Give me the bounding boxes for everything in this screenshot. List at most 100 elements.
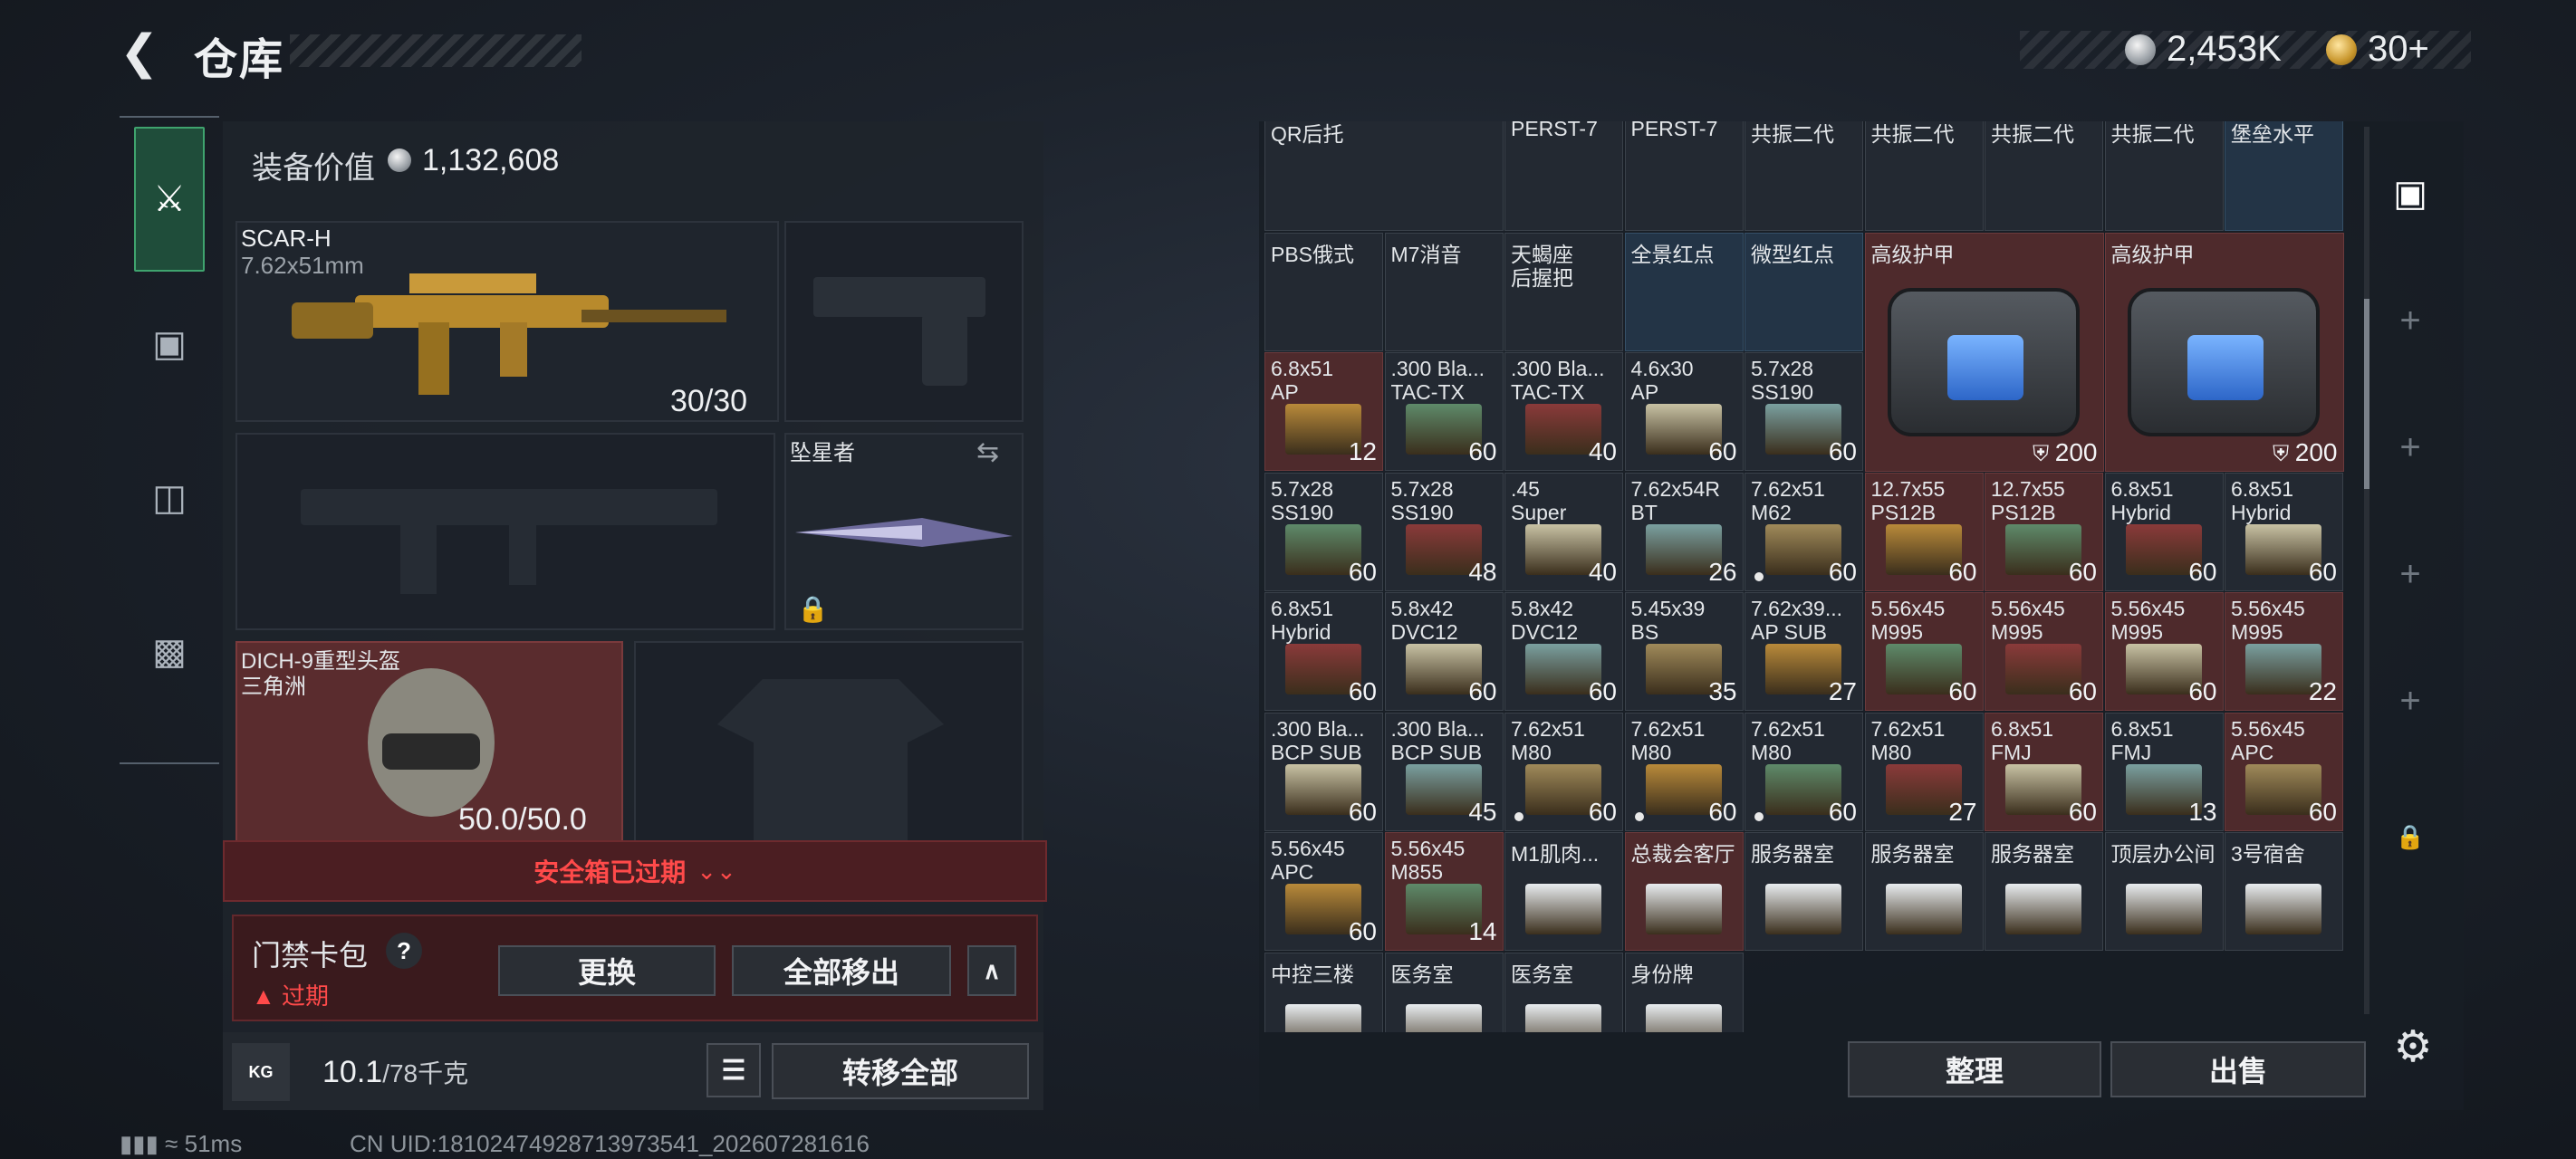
remove-all-button[interactable]: 全部移出 (732, 945, 951, 996)
ammo-item[interactable]: 7.62x39... AP SUB 27 (1745, 592, 1863, 711)
item-label: 高级护甲 (2110, 242, 2195, 266)
ammo-item[interactable]: 5.56x45 M995 60 (1864, 592, 1984, 711)
attachment-item[interactable]: 共振二代 (2104, 121, 2224, 231)
item-quantity: 60 (1348, 557, 1377, 586)
keycard-item[interactable]: 3号宿舍 (2225, 832, 2343, 951)
attachment-item[interactable]: 天蝎座 后握把 (1504, 232, 1623, 351)
keycard-item[interactable]: 总裁会客厅 (1624, 832, 1744, 951)
attachment-item[interactable]: PERST-7 (1504, 121, 1623, 231)
attachment-item[interactable]: QR后托 (1264, 121, 1504, 231)
item-quantity: 60 (1828, 797, 1857, 826)
ammo-item[interactable]: .300 Bla... BCP SUB 60 (1264, 712, 1383, 831)
armor-item[interactable]: 高级护甲 ⛨ 200 (1864, 232, 2104, 472)
armor-bag-icon (1887, 287, 2080, 436)
ammo-item[interactable]: 6.8x51 Hybrid 60 (2104, 472, 2224, 591)
keycard-item[interactable]: 中控三楼 (1264, 952, 1383, 1032)
ammo-item[interactable]: 5.7x28 SS190 48 (1384, 472, 1504, 591)
shield-icon: ⛨ (2273, 441, 2295, 466)
ammo-item[interactable]: 7.62x51 M62 60 (1745, 472, 1863, 591)
silver-coin-icon (388, 148, 411, 172)
scrollbar-thumb[interactable] (2364, 299, 2369, 489)
ammo-item[interactable]: 5.56x45 APC 60 (1264, 832, 1383, 951)
ammo-item[interactable]: 6.8x51 Hybrid 60 (2225, 472, 2343, 591)
add-container-icon[interactable]: + (2377, 275, 2444, 366)
ammo-item[interactable]: 5.8x42 DVC12 60 (1384, 592, 1504, 711)
ammo-item[interactable]: .300 Bla... TAC-TX 60 (1384, 352, 1504, 471)
ammo-item[interactable]: 5.7x28 SS190 60 (1264, 472, 1383, 591)
ammo-item[interactable]: 7.62x51 M80 60 (1745, 712, 1863, 831)
ammo-item[interactable]: 5.56x45 M995 22 (2225, 592, 2343, 711)
ammo-item[interactable]: 6.8x51 FMJ 60 (1985, 712, 2103, 831)
ammo-item[interactable]: 7.62x51 M80 60 (1504, 712, 1623, 831)
ammo-item[interactable]: 5.56x45 APC 60 (2225, 712, 2343, 831)
ammo-item[interactable]: .45 Super 40 (1504, 472, 1623, 591)
storage-home-icon[interactable]: ▣ (2377, 148, 2444, 239)
tab-weapons[interactable]: ⚔ (134, 127, 205, 272)
sell-button[interactable]: 出售 (2110, 1041, 2366, 1097)
attachment-item[interactable]: M7消音 (1384, 232, 1504, 351)
attachment-item[interactable]: 微型红点 (1745, 232, 1863, 351)
sort-button[interactable]: 整理 (1848, 1041, 2101, 1097)
ammo-item[interactable]: 7.62x51 M80 60 (1624, 712, 1744, 831)
attachment-item[interactable]: 共振二代 (1985, 121, 2103, 231)
attachment-item[interactable]: PBS俄式 (1264, 232, 1383, 351)
collapse-button[interactable]: ∧ (967, 945, 1016, 996)
add-container-icon[interactable]: + (2377, 402, 2444, 493)
secondary-weapon-slot[interactable] (235, 433, 775, 630)
ammo-item[interactable]: 5.56x45 M995 60 (2104, 592, 2224, 711)
item-label: TAC-TX (1390, 380, 1465, 404)
attachment-item[interactable]: 共振二代 (1864, 121, 1984, 231)
attachment-item[interactable]: PERST-7 (1624, 121, 1744, 231)
ammo-item[interactable]: 7.62x51 M80 27 (1864, 712, 1984, 831)
attachment-item[interactable]: 全景红点 (1624, 232, 1744, 351)
ammo-item[interactable]: 6.8x51 FMJ 13 (2104, 712, 2224, 831)
armor-item[interactable]: 高级护甲 ⛨ 200 (2104, 232, 2344, 472)
keycard-item[interactable]: 顶层办公间 (2104, 832, 2224, 951)
keycard-item[interactable]: 服务器室 (1864, 832, 1984, 951)
add-container-icon[interactable]: + (2377, 656, 2444, 746)
replace-button[interactable]: 更换 (498, 945, 716, 996)
pistol-slot[interactable] (784, 221, 1024, 422)
ammo-item[interactable]: 4.6x30 AP 60 (1624, 352, 1744, 471)
tab-backpack[interactable]: ▣ (134, 299, 205, 389)
item-quantity: 27 (1828, 677, 1857, 705)
keycard-item[interactable]: 身份牌 (1624, 952, 1744, 1032)
ammo-item[interactable]: 5.7x28 SS190 60 (1745, 352, 1863, 471)
item-label: 共振二代 (2110, 122, 2195, 146)
ammo-item[interactable]: .300 Bla... TAC-TX 40 (1504, 352, 1623, 471)
ammo-item[interactable]: 5.56x45 M995 60 (1985, 592, 2103, 711)
safe-box-expired-bar[interactable]: 安全箱已过期 ⌄⌄ (223, 840, 1047, 902)
swap-icon[interactable]: ⇆ (976, 436, 999, 468)
item-label: 身份牌 (1630, 962, 1694, 986)
attachment-item[interactable]: 共振二代 (1745, 121, 1863, 231)
card-pack-warning: ▲ 过期 (252, 982, 329, 1010)
ammo-item[interactable]: 12.7x55 PS12B 60 (1864, 472, 1984, 591)
add-container-icon[interactable]: + (2377, 529, 2444, 619)
keycard-item[interactable]: 医务室 (1384, 952, 1504, 1032)
armor-slot[interactable] (634, 641, 1024, 844)
ammo-item[interactable]: 6.8x51 Hybrid 60 (1264, 592, 1383, 711)
keycard-item[interactable]: 服务器室 (1985, 832, 2103, 951)
ammo-item[interactable]: 7.62x54R BT 26 (1624, 472, 1744, 591)
ammo-item[interactable]: 5.56x45 M855 14 (1384, 832, 1504, 951)
attachment-item[interactable]: 堡垒水平 (2225, 121, 2343, 231)
tab-briefcase[interactable]: ▩ (134, 607, 205, 697)
back-arrow-icon[interactable]: ❮ (120, 27, 170, 78)
transfer-all-button[interactable]: 转移全部 (772, 1043, 1029, 1099)
keycard-item[interactable]: M1肌肉... (1504, 832, 1623, 951)
keycard-item[interactable]: 服务器室 (1745, 832, 1863, 951)
item-label: BT (1630, 500, 1658, 524)
help-icon[interactable]: ? (386, 933, 422, 969)
keycard-item[interactable]: 医务室 (1504, 952, 1623, 1032)
ammo-item[interactable]: 5.8x42 DVC12 60 (1504, 592, 1623, 711)
gear-icon[interactable]: ⚙ (2388, 1021, 2438, 1072)
ammo-item[interactable]: 6.8x51 AP 12 (1264, 352, 1383, 471)
tab-vest[interactable]: ◫ (134, 453, 205, 543)
helmet-map: 三角洲 (241, 675, 306, 699)
currency-gold[interactable]: 30+ (2368, 29, 2429, 70)
ammo-item[interactable]: .300 Bla... BCP SUB 45 (1384, 712, 1504, 831)
scrollbar[interactable] (2364, 127, 2369, 1014)
ammo-item[interactable]: 12.7x55 PS12B 60 (1985, 472, 2103, 591)
list-icon[interactable]: ☰ (706, 1043, 761, 1097)
ammo-item[interactable]: 5.45x39 BS 35 (1624, 592, 1744, 711)
